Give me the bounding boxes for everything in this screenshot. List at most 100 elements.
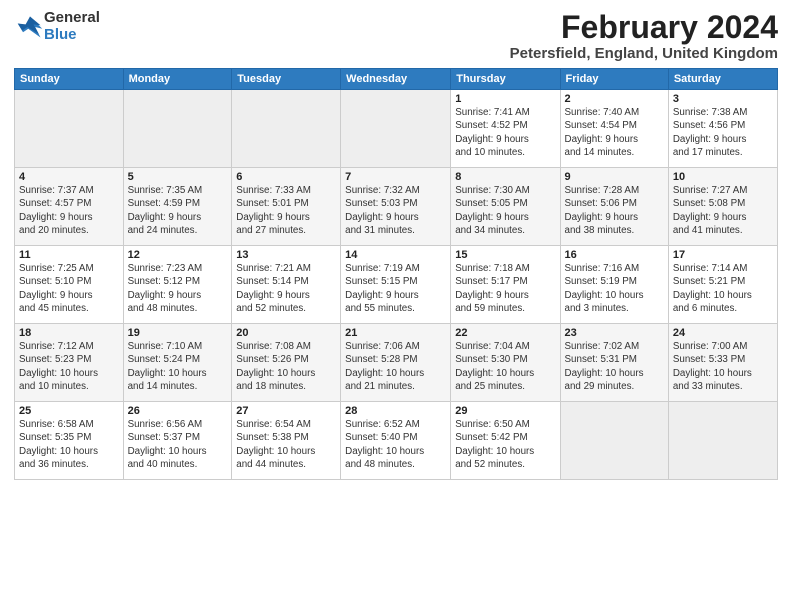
calendar-table: Sunday Monday Tuesday Wednesday Thursday… bbox=[14, 68, 778, 480]
calendar-header: Sunday Monday Tuesday Wednesday Thursday… bbox=[15, 69, 778, 90]
day-number: 26 bbox=[128, 405, 228, 417]
calendar-cell: 3Sunrise: 7:38 AM Sunset: 4:56 PM Daylig… bbox=[668, 90, 777, 168]
calendar-week-2: 11Sunrise: 7:25 AM Sunset: 5:10 PM Dayli… bbox=[15, 246, 778, 324]
day-info: Sunrise: 7:08 AM Sunset: 5:26 PM Dayligh… bbox=[236, 340, 336, 393]
calendar-cell: 9Sunrise: 7:28 AM Sunset: 5:06 PM Daylig… bbox=[560, 168, 668, 246]
day-info: Sunrise: 7:21 AM Sunset: 5:14 PM Dayligh… bbox=[236, 262, 336, 315]
day-info: Sunrise: 7:38 AM Sunset: 4:56 PM Dayligh… bbox=[673, 106, 773, 159]
calendar-cell bbox=[15, 90, 124, 168]
day-number: 16 bbox=[565, 249, 664, 261]
col-friday: Friday bbox=[560, 69, 668, 90]
day-number: 13 bbox=[236, 249, 336, 261]
day-number: 9 bbox=[565, 171, 664, 183]
header-row: Sunday Monday Tuesday Wednesday Thursday… bbox=[15, 69, 778, 90]
day-number: 7 bbox=[345, 171, 446, 183]
day-info: Sunrise: 7:14 AM Sunset: 5:21 PM Dayligh… bbox=[673, 262, 773, 315]
day-number: 25 bbox=[19, 405, 119, 417]
day-number: 24 bbox=[673, 327, 773, 339]
calendar-cell: 14Sunrise: 7:19 AM Sunset: 5:15 PM Dayli… bbox=[341, 246, 451, 324]
calendar-week-4: 25Sunrise: 6:58 AM Sunset: 5:35 PM Dayli… bbox=[15, 402, 778, 480]
day-number: 1 bbox=[455, 93, 555, 105]
col-sunday: Sunday bbox=[15, 69, 124, 90]
day-number: 6 bbox=[236, 171, 336, 183]
col-thursday: Thursday bbox=[451, 69, 560, 90]
day-info: Sunrise: 7:33 AM Sunset: 5:01 PM Dayligh… bbox=[236, 184, 336, 237]
title-block: February 2024 Petersfield, England, Unit… bbox=[510, 10, 778, 62]
calendar-cell: 15Sunrise: 7:18 AM Sunset: 5:17 PM Dayli… bbox=[451, 246, 560, 324]
day-number: 15 bbox=[455, 249, 555, 261]
calendar-cell: 10Sunrise: 7:27 AM Sunset: 5:08 PM Dayli… bbox=[668, 168, 777, 246]
day-number: 2 bbox=[565, 93, 664, 105]
day-number: 18 bbox=[19, 327, 119, 339]
calendar-cell: 20Sunrise: 7:08 AM Sunset: 5:26 PM Dayli… bbox=[232, 324, 341, 402]
calendar-cell: 12Sunrise: 7:23 AM Sunset: 5:12 PM Dayli… bbox=[123, 246, 232, 324]
day-info: Sunrise: 7:32 AM Sunset: 5:03 PM Dayligh… bbox=[345, 184, 446, 237]
day-info: Sunrise: 7:40 AM Sunset: 4:54 PM Dayligh… bbox=[565, 106, 664, 159]
calendar-cell: 13Sunrise: 7:21 AM Sunset: 5:14 PM Dayli… bbox=[232, 246, 341, 324]
calendar-week-3: 18Sunrise: 7:12 AM Sunset: 5:23 PM Dayli… bbox=[15, 324, 778, 402]
day-number: 8 bbox=[455, 171, 555, 183]
header: General Blue February 2024 Petersfield, … bbox=[14, 10, 778, 62]
calendar-cell bbox=[341, 90, 451, 168]
calendar-cell: 1Sunrise: 7:41 AM Sunset: 4:52 PM Daylig… bbox=[451, 90, 560, 168]
day-info: Sunrise: 6:50 AM Sunset: 5:42 PM Dayligh… bbox=[455, 418, 555, 471]
calendar-cell: 17Sunrise: 7:14 AM Sunset: 5:21 PM Dayli… bbox=[668, 246, 777, 324]
day-info: Sunrise: 7:04 AM Sunset: 5:30 PM Dayligh… bbox=[455, 340, 555, 393]
day-info: Sunrise: 6:56 AM Sunset: 5:37 PM Dayligh… bbox=[128, 418, 228, 471]
calendar-cell: 6Sunrise: 7:33 AM Sunset: 5:01 PM Daylig… bbox=[232, 168, 341, 246]
calendar-cell: 2Sunrise: 7:40 AM Sunset: 4:54 PM Daylig… bbox=[560, 90, 668, 168]
logo-text: General Blue bbox=[44, 10, 100, 43]
calendar-cell: 19Sunrise: 7:10 AM Sunset: 5:24 PM Dayli… bbox=[123, 324, 232, 402]
calendar-cell: 28Sunrise: 6:52 AM Sunset: 5:40 PM Dayli… bbox=[341, 402, 451, 480]
calendar-cell: 25Sunrise: 6:58 AM Sunset: 5:35 PM Dayli… bbox=[15, 402, 124, 480]
day-number: 22 bbox=[455, 327, 555, 339]
day-number: 28 bbox=[345, 405, 446, 417]
logo: General Blue bbox=[14, 10, 100, 43]
calendar-cell bbox=[123, 90, 232, 168]
col-tuesday: Tuesday bbox=[232, 69, 341, 90]
day-number: 3 bbox=[673, 93, 773, 105]
subtitle: Petersfield, England, United Kingdom bbox=[510, 45, 778, 62]
day-number: 10 bbox=[673, 171, 773, 183]
day-info: Sunrise: 6:58 AM Sunset: 5:35 PM Dayligh… bbox=[19, 418, 119, 471]
logo-bird-icon bbox=[16, 13, 44, 41]
day-number: 12 bbox=[128, 249, 228, 261]
day-info: Sunrise: 7:12 AM Sunset: 5:23 PM Dayligh… bbox=[19, 340, 119, 393]
day-info: Sunrise: 7:16 AM Sunset: 5:19 PM Dayligh… bbox=[565, 262, 664, 315]
calendar-cell: 8Sunrise: 7:30 AM Sunset: 5:05 PM Daylig… bbox=[451, 168, 560, 246]
main-title: February 2024 bbox=[510, 10, 778, 45]
calendar-cell: 24Sunrise: 7:00 AM Sunset: 5:33 PM Dayli… bbox=[668, 324, 777, 402]
day-info: Sunrise: 7:30 AM Sunset: 5:05 PM Dayligh… bbox=[455, 184, 555, 237]
day-info: Sunrise: 7:27 AM Sunset: 5:08 PM Dayligh… bbox=[673, 184, 773, 237]
day-number: 11 bbox=[19, 249, 119, 261]
day-number: 21 bbox=[345, 327, 446, 339]
logo-blue: Blue bbox=[44, 27, 100, 44]
col-monday: Monday bbox=[123, 69, 232, 90]
day-info: Sunrise: 7:02 AM Sunset: 5:31 PM Dayligh… bbox=[565, 340, 664, 393]
day-info: Sunrise: 7:28 AM Sunset: 5:06 PM Dayligh… bbox=[565, 184, 664, 237]
day-info: Sunrise: 7:19 AM Sunset: 5:15 PM Dayligh… bbox=[345, 262, 446, 315]
day-number: 20 bbox=[236, 327, 336, 339]
calendar-cell: 26Sunrise: 6:56 AM Sunset: 5:37 PM Dayli… bbox=[123, 402, 232, 480]
day-info: Sunrise: 7:06 AM Sunset: 5:28 PM Dayligh… bbox=[345, 340, 446, 393]
page-container: General Blue February 2024 Petersfield, … bbox=[0, 0, 792, 486]
calendar-cell: 22Sunrise: 7:04 AM Sunset: 5:30 PM Dayli… bbox=[451, 324, 560, 402]
calendar-cell bbox=[668, 402, 777, 480]
day-number: 14 bbox=[345, 249, 446, 261]
day-number: 27 bbox=[236, 405, 336, 417]
calendar-body: 1Sunrise: 7:41 AM Sunset: 4:52 PM Daylig… bbox=[15, 90, 778, 480]
day-number: 17 bbox=[673, 249, 773, 261]
day-info: Sunrise: 7:41 AM Sunset: 4:52 PM Dayligh… bbox=[455, 106, 555, 159]
day-number: 23 bbox=[565, 327, 664, 339]
day-number: 4 bbox=[19, 171, 119, 183]
calendar-cell bbox=[560, 402, 668, 480]
calendar-week-0: 1Sunrise: 7:41 AM Sunset: 4:52 PM Daylig… bbox=[15, 90, 778, 168]
calendar-cell: 29Sunrise: 6:50 AM Sunset: 5:42 PM Dayli… bbox=[451, 402, 560, 480]
calendar-cell: 11Sunrise: 7:25 AM Sunset: 5:10 PM Dayli… bbox=[15, 246, 124, 324]
day-info: Sunrise: 6:54 AM Sunset: 5:38 PM Dayligh… bbox=[236, 418, 336, 471]
col-saturday: Saturday bbox=[668, 69, 777, 90]
day-info: Sunrise: 7:35 AM Sunset: 4:59 PM Dayligh… bbox=[128, 184, 228, 237]
day-number: 19 bbox=[128, 327, 228, 339]
logo-general: General bbox=[44, 10, 100, 27]
calendar-cell bbox=[232, 90, 341, 168]
